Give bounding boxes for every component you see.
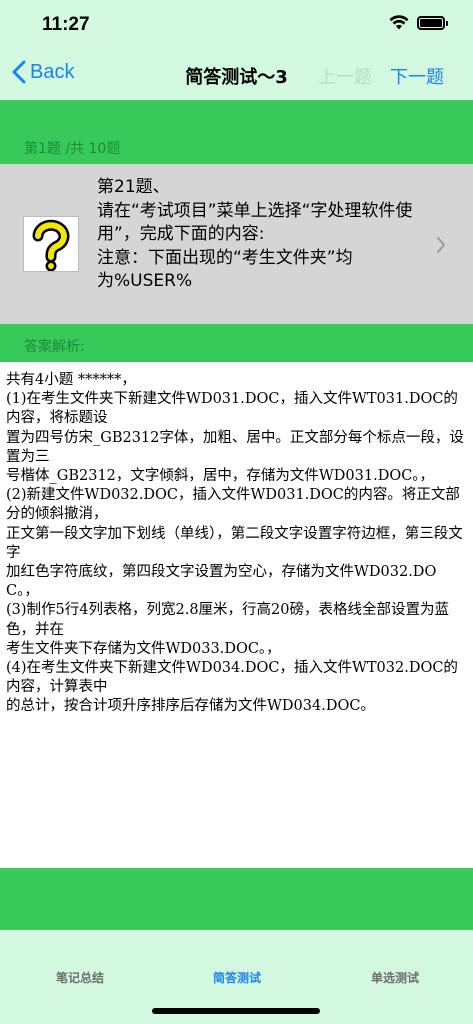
tab-single-choice-test[interactable]: 单选测试	[371, 969, 419, 986]
home-indicator	[152, 1008, 320, 1014]
chevron-right-icon	[437, 237, 445, 253]
question-text: 第21题、 请在“考试项目”菜单上选择“字处理软件使用”，完成下面的内容: 注意…	[97, 177, 413, 291]
battery-icon	[417, 15, 448, 30]
status-bar: 11:27	[0, 0, 473, 48]
tab-notes-summary[interactable]: 笔记总结	[56, 969, 104, 986]
back-label: Back	[30, 60, 75, 83]
back-button[interactable]: Back	[12, 60, 74, 84]
question-row[interactable]: 第21题、 请在“考试项目”菜单上选择“字处理软件使用”，完成下面的内容: 注意…	[0, 164, 473, 324]
prev-question-button[interactable]: 上一题	[318, 63, 372, 89]
question-progress: 第1题 /共 10题	[24, 141, 121, 157]
navigation-bar: Back 简答测试～3 上一题 下一题	[0, 48, 473, 100]
next-question-button[interactable]: 下一题	[390, 63, 444, 89]
answer-text: 共有4小题 ******， (1)在考生文件夹下新建文件WD031.DOC，插入…	[6, 372, 464, 715]
status-icons	[389, 15, 448, 30]
answer-label: 答案解析:	[24, 339, 85, 355]
wifi-icon	[389, 15, 409, 30]
question-mark-icon	[23, 216, 79, 272]
footer-band	[0, 868, 473, 930]
answer-body: 共有4小题 ******， (1)在考生文件夹下新建文件WD031.DOC，插入…	[0, 362, 473, 868]
chevron-left-icon	[12, 60, 26, 84]
status-time: 11:27	[42, 14, 90, 35]
tab-short-answer-test[interactable]: 简答测试	[213, 969, 261, 986]
